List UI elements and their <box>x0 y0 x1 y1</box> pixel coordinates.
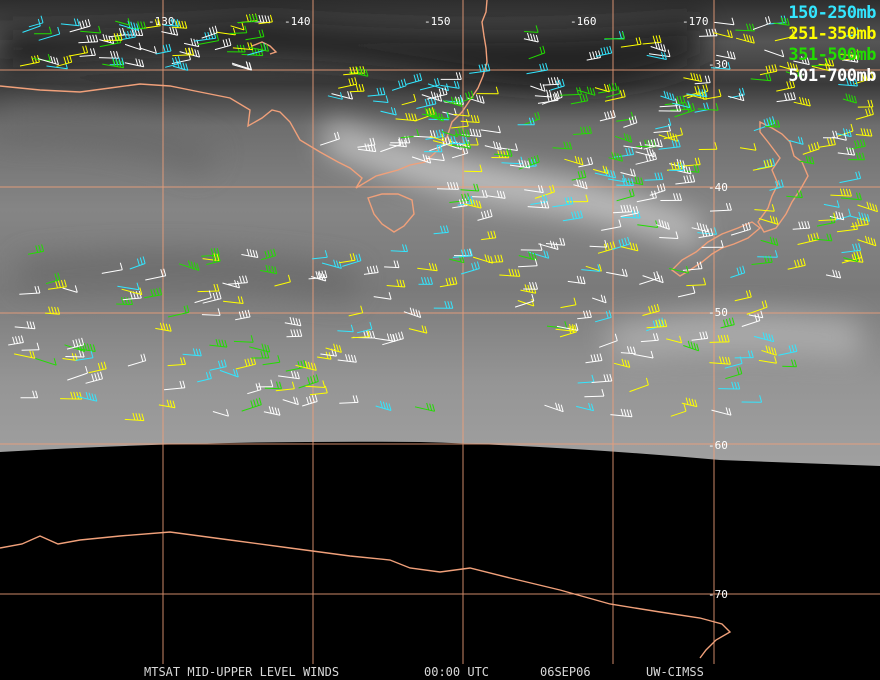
wind-barb <box>349 90 365 93</box>
lat-label-60: -60 <box>708 439 728 452</box>
lon-label-150: -150 <box>424 15 451 28</box>
wind-barb <box>384 266 400 269</box>
lon-label-170: -170 <box>682 15 709 28</box>
product-label: MTSAT MID-UPPER LEVEL WINDS <box>144 665 340 679</box>
legend-entry-501-700: 501-700mb <box>788 66 876 86</box>
wind-barb <box>584 395 604 398</box>
source-label: UW-CIMSS <box>646 665 704 679</box>
time-label: 00:00 UTC <box>424 665 490 679</box>
lon-label-140: -140 <box>284 15 311 28</box>
legend-entry-351-500: 351-500mb <box>788 45 876 65</box>
legend-entry-251-350: 251-350mb <box>788 24 876 44</box>
caption-bar: MTSAT MID-UPPER LEVEL WINDS 00:00 UTC 06… <box>0 664 880 680</box>
wind-barb <box>21 349 40 351</box>
wind-barb <box>764 125 780 128</box>
pressure-legend: 150-250mb 251-350mb 351-500mb 501-700mb <box>788 3 876 87</box>
wind-barb <box>472 196 488 198</box>
wind-barb <box>604 38 625 40</box>
wind-barb <box>264 387 282 390</box>
satellite-map: -130 -140 -150 -160 -170 -30 -40 -50 -60… <box>0 0 880 680</box>
lat-label-40: -40 <box>708 181 728 194</box>
wind-barb <box>644 179 663 181</box>
lat-label-70: -70 <box>708 588 728 601</box>
date-label: 06SEP06 <box>540 665 591 679</box>
legend-entry-150-250: 150-250mb <box>788 3 876 23</box>
wind-barb <box>116 303 133 305</box>
water-vapor-imagery <box>0 0 880 680</box>
lat-label-50: -50 <box>708 306 728 319</box>
lon-label-160: -160 <box>570 15 597 28</box>
